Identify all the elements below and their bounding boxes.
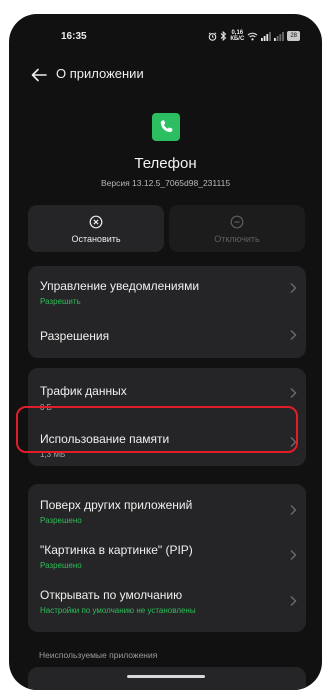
display-options-card: Поверх других приложений Разрешено "Карт… xyxy=(28,484,306,632)
status-icons: 0,16 КБ/С 28 xyxy=(208,30,300,42)
app-icon xyxy=(152,113,180,141)
notifications-title: Управление уведомлениями xyxy=(40,279,200,293)
pip-title: "Картинка в картинке" (PIP) xyxy=(40,543,193,557)
signal-icon-2 xyxy=(274,31,285,41)
status-time: 16:35 xyxy=(61,31,87,42)
app-name: Телефон xyxy=(134,155,197,172)
notifications-row[interactable]: Управление уведомлениями Разрешить xyxy=(28,266,306,312)
chevron-right-icon xyxy=(290,505,297,515)
unused-apps-section-label: Неиспользуемые приложения xyxy=(39,650,158,660)
battery-indicator: 28 xyxy=(287,31,300,41)
disable-button[interactable]: Отключить xyxy=(169,205,305,252)
net-speed: 0,16 КБ/С xyxy=(230,30,245,42)
status-bar: 16:35 0,16 КБ/С 28 xyxy=(9,14,322,50)
data-traffic-title: Трафик данных xyxy=(40,384,127,398)
overlay-status: Разрешено xyxy=(40,516,82,525)
force-stop-button[interactable]: Остановить xyxy=(28,205,164,252)
notifications-status: Разрешить xyxy=(40,297,81,306)
top-bar: О приложении xyxy=(9,64,322,94)
permissions-title: Разрешения xyxy=(40,329,110,343)
open-by-default-title: Открывать по умолчанию xyxy=(40,588,183,602)
home-indicator[interactable] xyxy=(127,675,205,678)
open-by-default-status: Настройки по умолчанию не установлены xyxy=(40,606,196,615)
highlight-frame xyxy=(16,406,298,453)
chevron-right-icon xyxy=(290,388,297,398)
signal-icon-1 xyxy=(261,31,272,41)
chevron-right-icon xyxy=(290,283,297,293)
permissions-row[interactable]: Разрешения xyxy=(28,312,306,358)
pip-row[interactable]: "Картинка в картинке" (PIP) Разрешено xyxy=(28,530,306,576)
close-circle-icon xyxy=(89,215,103,229)
back-arrow-icon[interactable] xyxy=(29,65,49,85)
force-stop-label: Остановить xyxy=(71,234,121,244)
device-frame: 16:35 0,16 КБ/С 28 О приложении Телефон xyxy=(0,0,333,700)
bluetooth-icon xyxy=(220,31,227,41)
open-by-default-row[interactable]: Открывать по умолчанию Настройки по умол… xyxy=(28,576,306,632)
page-title: О приложении xyxy=(56,66,144,81)
overlay-row[interactable]: Поверх других приложений Разрешено xyxy=(28,484,306,530)
alarm-icon xyxy=(208,31,217,41)
minus-circle-icon xyxy=(230,215,244,229)
phone-icon xyxy=(160,120,173,133)
overlay-title: Поверх других приложений xyxy=(40,498,193,512)
disable-label: Отключить xyxy=(214,234,260,244)
chevron-right-icon xyxy=(290,330,297,340)
unused-apps-card[interactable] xyxy=(28,667,306,690)
chevron-right-icon xyxy=(290,550,297,560)
screen: 16:35 0,16 КБ/С 28 О приложении Телефон xyxy=(9,14,322,690)
app-version: Версия 13.12.5_7065d98_231115 xyxy=(100,178,231,188)
chevron-right-icon xyxy=(290,596,297,606)
pip-status: Разрешено xyxy=(40,561,82,570)
wifi-icon xyxy=(247,32,258,40)
notifications-card: Управление уведомлениями Разрешить Разре… xyxy=(28,266,306,358)
